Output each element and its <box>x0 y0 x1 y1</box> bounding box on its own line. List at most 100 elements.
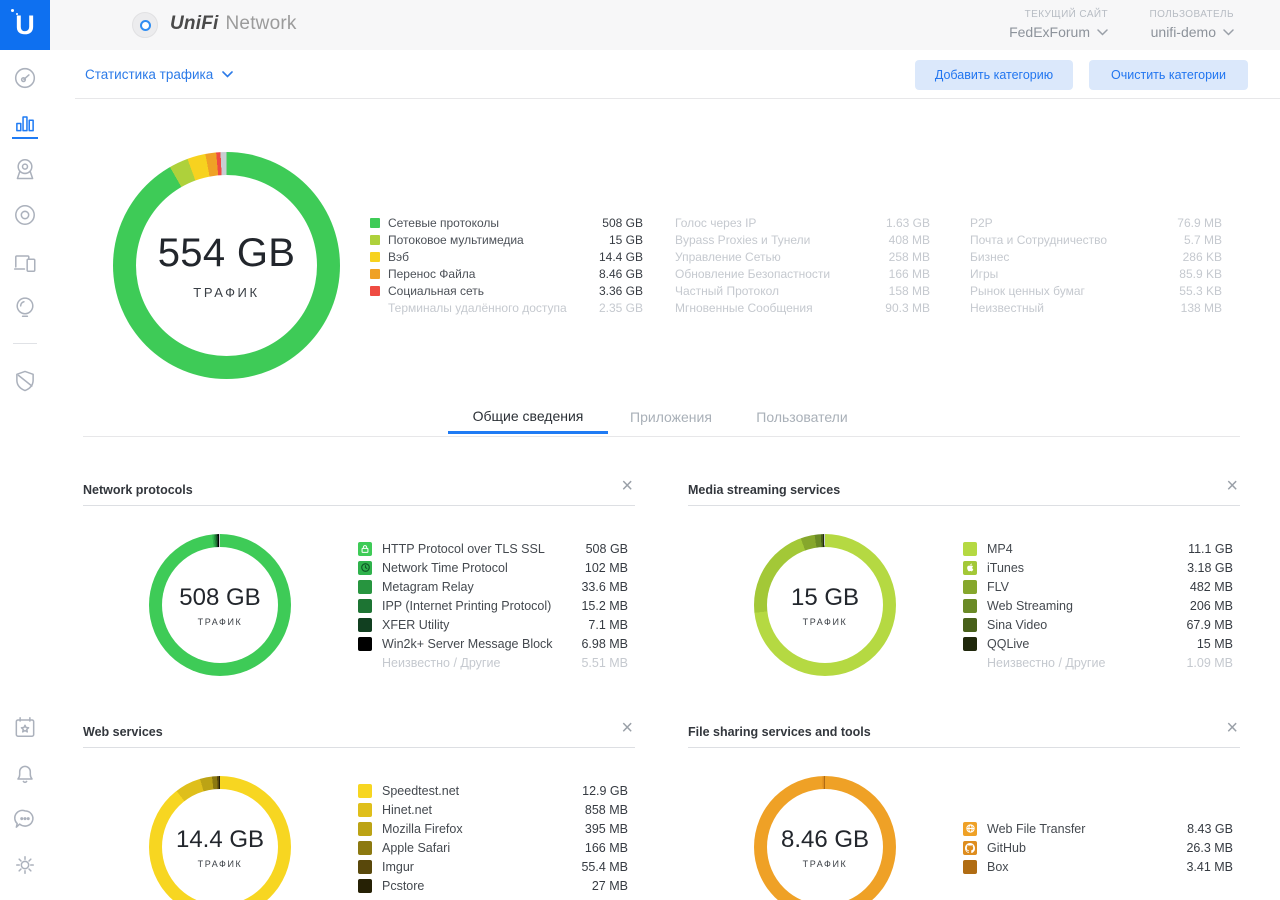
events-calendar-icon[interactable] <box>12 714 38 740</box>
sidebar-divider <box>13 343 37 344</box>
legend-row: Голос через IP 1.63 GB <box>675 214 930 231</box>
threats-shield-icon[interactable] <box>12 368 38 394</box>
close-icon[interactable]: × <box>1226 476 1238 496</box>
legend-swatch <box>358 617 372 632</box>
globe-icon <box>963 821 977 836</box>
devices-disc-icon[interactable] <box>12 202 38 228</box>
card-divider <box>83 505 635 506</box>
legend-label: Win2k+ Server Message Block <box>382 636 553 651</box>
donut-value: 508 GB <box>179 583 261 611</box>
legend-swatch <box>358 878 372 893</box>
page-title-dropdown[interactable]: Статистика трафика <box>85 67 234 82</box>
legend-value: 15.2 MB <box>581 598 628 613</box>
logo-spark-dot2 <box>16 13 18 15</box>
tab-applications[interactable]: Приложения <box>609 400 733 434</box>
map-pin-icon[interactable] <box>12 156 38 182</box>
close-icon[interactable]: × <box>621 476 633 496</box>
sidebar: U <box>0 0 50 900</box>
legend-row: Metagram Relay 33.6 MB <box>358 577 628 596</box>
apple-icon <box>963 560 977 575</box>
donut-center: 554 GB ТРАФИК <box>136 175 317 356</box>
legend-row: GitHub 26.3 MB <box>963 838 1233 857</box>
legend-label: Перенос Файла <box>388 266 476 281</box>
legend-label: Metagram Relay <box>382 579 474 594</box>
legend-label: Apple Safari <box>382 840 451 855</box>
clear-categories-button[interactable]: Очистить категории <box>1089 60 1248 90</box>
user-dropdown[interactable]: ПОЛЬЗОВАТЕЛЬ unifi-demo <box>1149 9 1234 40</box>
page-title: Статистика трафика <box>85 67 214 82</box>
legend-label: Hinet.net <box>382 802 433 817</box>
legend-row: Обновление Безопастности 166 MB <box>675 265 930 282</box>
legend-row: Сетевые протоколы 508 GB <box>370 214 643 231</box>
media-streaming-donut: 15 GB ТРАФИК <box>754 534 896 676</box>
globe-icon <box>965 824 975 833</box>
add-category-button[interactable]: Добавить категорию <box>915 60 1073 90</box>
legend-label: Bypass Proxies и Тунели <box>675 232 811 247</box>
legend-swatch <box>370 217 380 228</box>
legend-label: Бизнес <box>970 249 1010 264</box>
legend-swatch <box>358 859 372 874</box>
ubiquiti-logo[interactable]: U <box>0 0 50 50</box>
chat-icon[interactable] <box>12 806 38 832</box>
donut-center: 15 GB ТРАФИК <box>767 547 883 663</box>
legend-row: Неизвестно / Другие 1.09 MB <box>963 653 1233 672</box>
legend-value: 6.98 MB <box>581 636 628 651</box>
statistics-bars-icon[interactable] <box>12 110 38 136</box>
legend-row: Sina Video 67.9 MB <box>963 615 1233 634</box>
legend-label: Терминалы удалённого доступа <box>388 300 567 315</box>
tab-users[interactable]: Пользователи <box>733 400 871 434</box>
legend-row: MP4 11.1 GB <box>963 539 1233 558</box>
legend-label: Обновление Безопастности <box>675 266 831 281</box>
legend-label: FLV <box>987 579 1009 594</box>
settings-gear-icon[interactable] <box>12 852 38 878</box>
legend-row: Web Streaming 206 MB <box>963 596 1233 615</box>
logo-spark-dot <box>11 9 14 12</box>
legend-swatch <box>963 541 977 556</box>
donut-center: 8.46 GB ТРАФИК <box>767 789 883 900</box>
legend-value: 166 MB <box>584 840 628 855</box>
apple-icon <box>966 563 973 572</box>
legend-row: FLV 482 MB <box>963 577 1233 596</box>
donut-value: 8.46 GB <box>780 825 870 853</box>
github-icon <box>965 842 976 853</box>
legend-value: 33.6 MB <box>581 579 628 594</box>
donut-label: ТРАФИК <box>197 858 243 869</box>
github-icon <box>963 840 977 855</box>
current-site-dropdown[interactable]: ТЕКУЩИЙ САЙТ FedExForum <box>1009 9 1108 40</box>
clients-devices-icon[interactable] <box>12 249 38 275</box>
alerts-bell-icon[interactable] <box>12 760 38 786</box>
close-icon[interactable]: × <box>1226 718 1238 738</box>
legend-label: XFER Utility <box>382 617 450 632</box>
legend-row: Частный Протокол 158 MB <box>675 282 930 299</box>
tab-overview[interactable]: Общие сведения <box>448 400 608 434</box>
legend-swatch <box>963 859 977 874</box>
card-title: Media streaming services <box>688 483 841 497</box>
legend-swatch <box>370 303 380 313</box>
dashboard-gauge-icon[interactable] <box>12 65 38 91</box>
legend-label: Рынок ценных бумаг <box>970 283 1085 298</box>
insights-lamp-icon[interactable] <box>12 294 38 320</box>
legend-swatch <box>358 783 372 798</box>
donut-value: 14.4 GB <box>175 825 265 853</box>
donut-center: 508 GB ТРАФИК <box>162 547 278 663</box>
legend-row: Перенос Файла 8.46 GB <box>370 265 643 282</box>
legend-label: iTunes <box>987 560 1025 575</box>
legend-value: 8.46 GB <box>598 266 643 281</box>
donut-label: ТРАФИК <box>802 616 848 627</box>
legend-value: 55.3 KB <box>1179 283 1222 298</box>
view-tabs: Общие сведения Приложения Пользователи <box>448 400 871 434</box>
legend-value: 12.9 GB <box>582 783 628 798</box>
legend-value: 102 MB <box>584 560 628 575</box>
legend-row: Web File Transfer 8.43 GB <box>963 819 1233 838</box>
close-icon[interactable]: × <box>621 718 633 738</box>
site-value: FedExForum <box>1009 24 1090 40</box>
donut-value: 15 GB <box>790 583 860 611</box>
legend-value: 55.4 MB <box>581 859 628 874</box>
legend-value: 2.35 GB <box>598 300 643 315</box>
legend-swatch <box>963 617 977 632</box>
legend-row: iTunes 3.18 GB <box>963 558 1233 577</box>
legend-label: Mozilla Firefox <box>382 821 463 836</box>
legend-row: Imgur 55.4 MB <box>358 857 628 876</box>
legend-swatch <box>358 636 372 651</box>
legend-value: 90.3 MB <box>885 300 930 315</box>
